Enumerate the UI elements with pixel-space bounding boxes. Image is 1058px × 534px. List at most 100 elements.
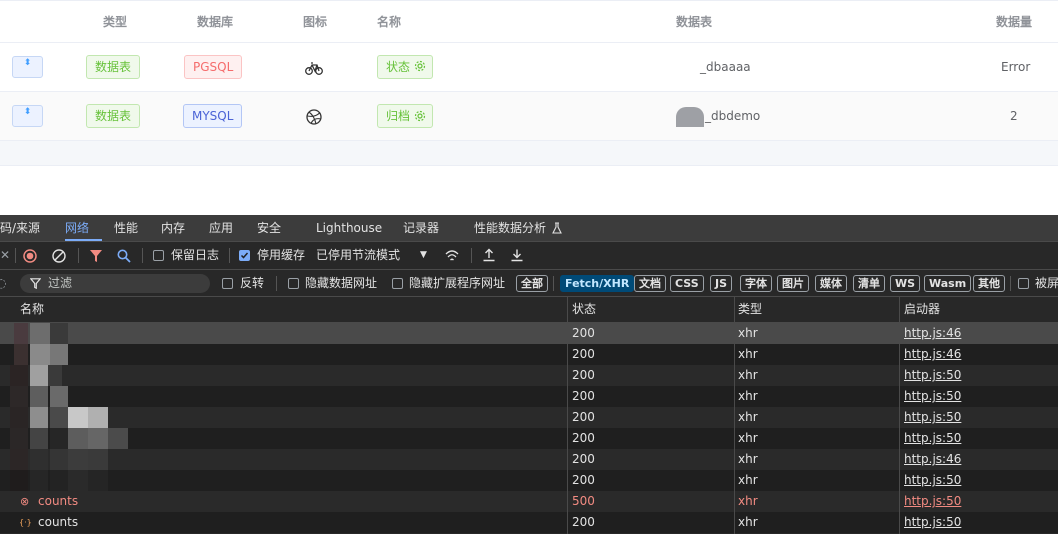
error-icon: ⊗: [20, 495, 30, 508]
sort-handle-button[interactable]: ⬍: [12, 105, 43, 127]
request-type: xhr: [738, 368, 758, 382]
tab-performance[interactable]: 性能: [114, 215, 138, 241]
filter-icon[interactable]: [89, 249, 103, 263]
request-status: 200: [572, 431, 595, 445]
header-name: 名称: [377, 15, 402, 29]
redacted-name: [30, 344, 50, 365]
request-status: 200: [572, 452, 595, 466]
filter-type-css[interactable]: CSS: [670, 275, 704, 292]
request-initiator[interactable]: http.js:50: [904, 512, 961, 533]
request-status: 500: [572, 494, 595, 508]
gear-icon[interactable]: [414, 60, 426, 72]
filter-type-other[interactable]: 其他: [973, 275, 1005, 292]
db-tag: MYSQL: [183, 104, 243, 128]
redacted-name: [10, 428, 28, 449]
table-row: ⬍ 数据表 MYSQL 归档 _dbdemo 2: [0, 92, 1058, 141]
header-type: 类型: [103, 15, 128, 29]
filter-type-fetch-xhr[interactable]: Fetch/XHR: [560, 275, 635, 292]
filter-type-manifest[interactable]: 清单: [853, 275, 885, 292]
redacted-name: [10, 470, 28, 491]
filter-type-wasm[interactable]: Wasm: [924, 275, 972, 292]
divider: [553, 276, 554, 291]
redacted-name: [30, 323, 50, 344]
settings-icon[interactable]: ◌: [0, 270, 6, 297]
sort-handle-button[interactable]: ⬍: [12, 56, 43, 78]
request-initiator[interactable]: http.js:50: [904, 470, 961, 491]
search-icon[interactable]: [117, 249, 131, 263]
redacted-name: [14, 344, 28, 365]
chevron-down-icon[interactable]: ▼: [420, 242, 427, 269]
tab-application[interactable]: 应用: [209, 215, 233, 241]
name-label: 状态: [386, 60, 411, 74]
request-type: xhr: [738, 515, 758, 529]
filter-type-ws[interactable]: WS: [890, 275, 921, 292]
tab-sources[interactable]: 码/来源: [0, 215, 40, 241]
name-label: 归档: [386, 109, 411, 123]
tab-memory[interactable]: 内存: [161, 215, 185, 241]
hide-ext-urls-label: 隐藏扩展程序网址: [409, 276, 506, 290]
dribbble-icon: [306, 109, 322, 125]
request-type: xhr: [738, 389, 758, 403]
preserve-log-label: 保留日志: [171, 248, 220, 262]
redacted-name: [14, 323, 28, 344]
record-stop-icon[interactable]: [23, 249, 37, 263]
redacted-name: [50, 449, 68, 470]
request-type: xhr: [738, 326, 758, 340]
invert-checkbox[interactable]: [222, 278, 233, 289]
column-initiator[interactable]: 启动器: [904, 297, 940, 322]
tab-lighthouse[interactable]: Lighthouse: [316, 215, 382, 241]
filter-type-media[interactable]: 媒体: [815, 275, 847, 292]
disable-cache-label: 停用缓存: [257, 248, 306, 262]
request-status: 200: [572, 326, 595, 340]
request-status: 200: [572, 410, 595, 424]
column-status[interactable]: 状态: [572, 297, 596, 322]
filter-input[interactable]: 过滤: [20, 274, 210, 293]
redacted-name: [50, 470, 68, 491]
request-initiator[interactable]: http.js:50: [904, 491, 961, 512]
filter-type-font[interactable]: 字体: [740, 275, 772, 292]
request-status: 200: [572, 368, 595, 382]
request-type: xhr: [738, 347, 758, 361]
request-initiator[interactable]: http.js:46: [904, 449, 961, 470]
tab-security[interactable]: 安全: [257, 215, 281, 241]
filter-placeholder: 过滤: [48, 276, 73, 290]
throttle-select[interactable]: 已停用节流模式: [316, 242, 400, 269]
network-conditions-icon[interactable]: [444, 249, 460, 263]
gear-icon[interactable]: [414, 110, 426, 122]
request-type: xhr: [738, 410, 758, 424]
download-icon[interactable]: [510, 248, 524, 262]
request-initiator[interactable]: http.js:50: [904, 386, 961, 407]
filter-type-all[interactable]: 全部: [516, 275, 548, 292]
preserve-log-checkbox[interactable]: [153, 250, 164, 261]
row-count: Error: [1001, 60, 1031, 74]
tab-network[interactable]: 网络: [65, 215, 102, 241]
filter-type-js[interactable]: JS: [710, 275, 733, 292]
hide-ext-urls-checkbox[interactable]: [392, 278, 403, 289]
column-name[interactable]: 名称: [20, 297, 44, 322]
redacted-name: [50, 386, 68, 407]
hide-data-urls-checkbox[interactable]: [288, 278, 299, 289]
clear-icon[interactable]: [52, 249, 66, 263]
close-icon[interactable]: ✕: [0, 242, 10, 269]
request-type: xhr: [738, 431, 758, 445]
tab-recorder[interactable]: 记录器: [403, 215, 439, 241]
request-initiator[interactable]: http.js:50: [904, 428, 961, 449]
blocked-checkbox[interactable]: [1018, 278, 1029, 289]
request-initiator[interactable]: http.js:50: [904, 407, 961, 428]
network-toolbar: ✕ 保留日志 停用缓存 已停用节流模式 ▼: [0, 242, 1058, 270]
disable-cache-checkbox[interactable]: [239, 250, 250, 261]
request-initiator[interactable]: http.js:46: [904, 344, 961, 365]
redacted-name: [50, 344, 68, 365]
filter-type-img[interactable]: 图片: [777, 275, 809, 292]
redacted-name: [10, 386, 28, 407]
filter-type-doc[interactable]: 文档: [634, 275, 666, 292]
tab-performance-insights[interactable]: 性能数据分析: [474, 215, 546, 241]
devtools-tab-bar: 码/来源 网络 性能 内存 应用 安全 Lighthouse 记录器 性能数据分…: [0, 215, 1058, 242]
db-tag: PGSQL: [184, 55, 243, 79]
column-type[interactable]: 类型: [738, 297, 762, 322]
request-initiator[interactable]: http.js:46: [904, 323, 961, 344]
upload-icon[interactable]: [482, 248, 496, 262]
redacted-name: [10, 449, 28, 470]
request-initiator[interactable]: http.js:50: [904, 365, 961, 386]
request-status: 200: [572, 473, 595, 487]
